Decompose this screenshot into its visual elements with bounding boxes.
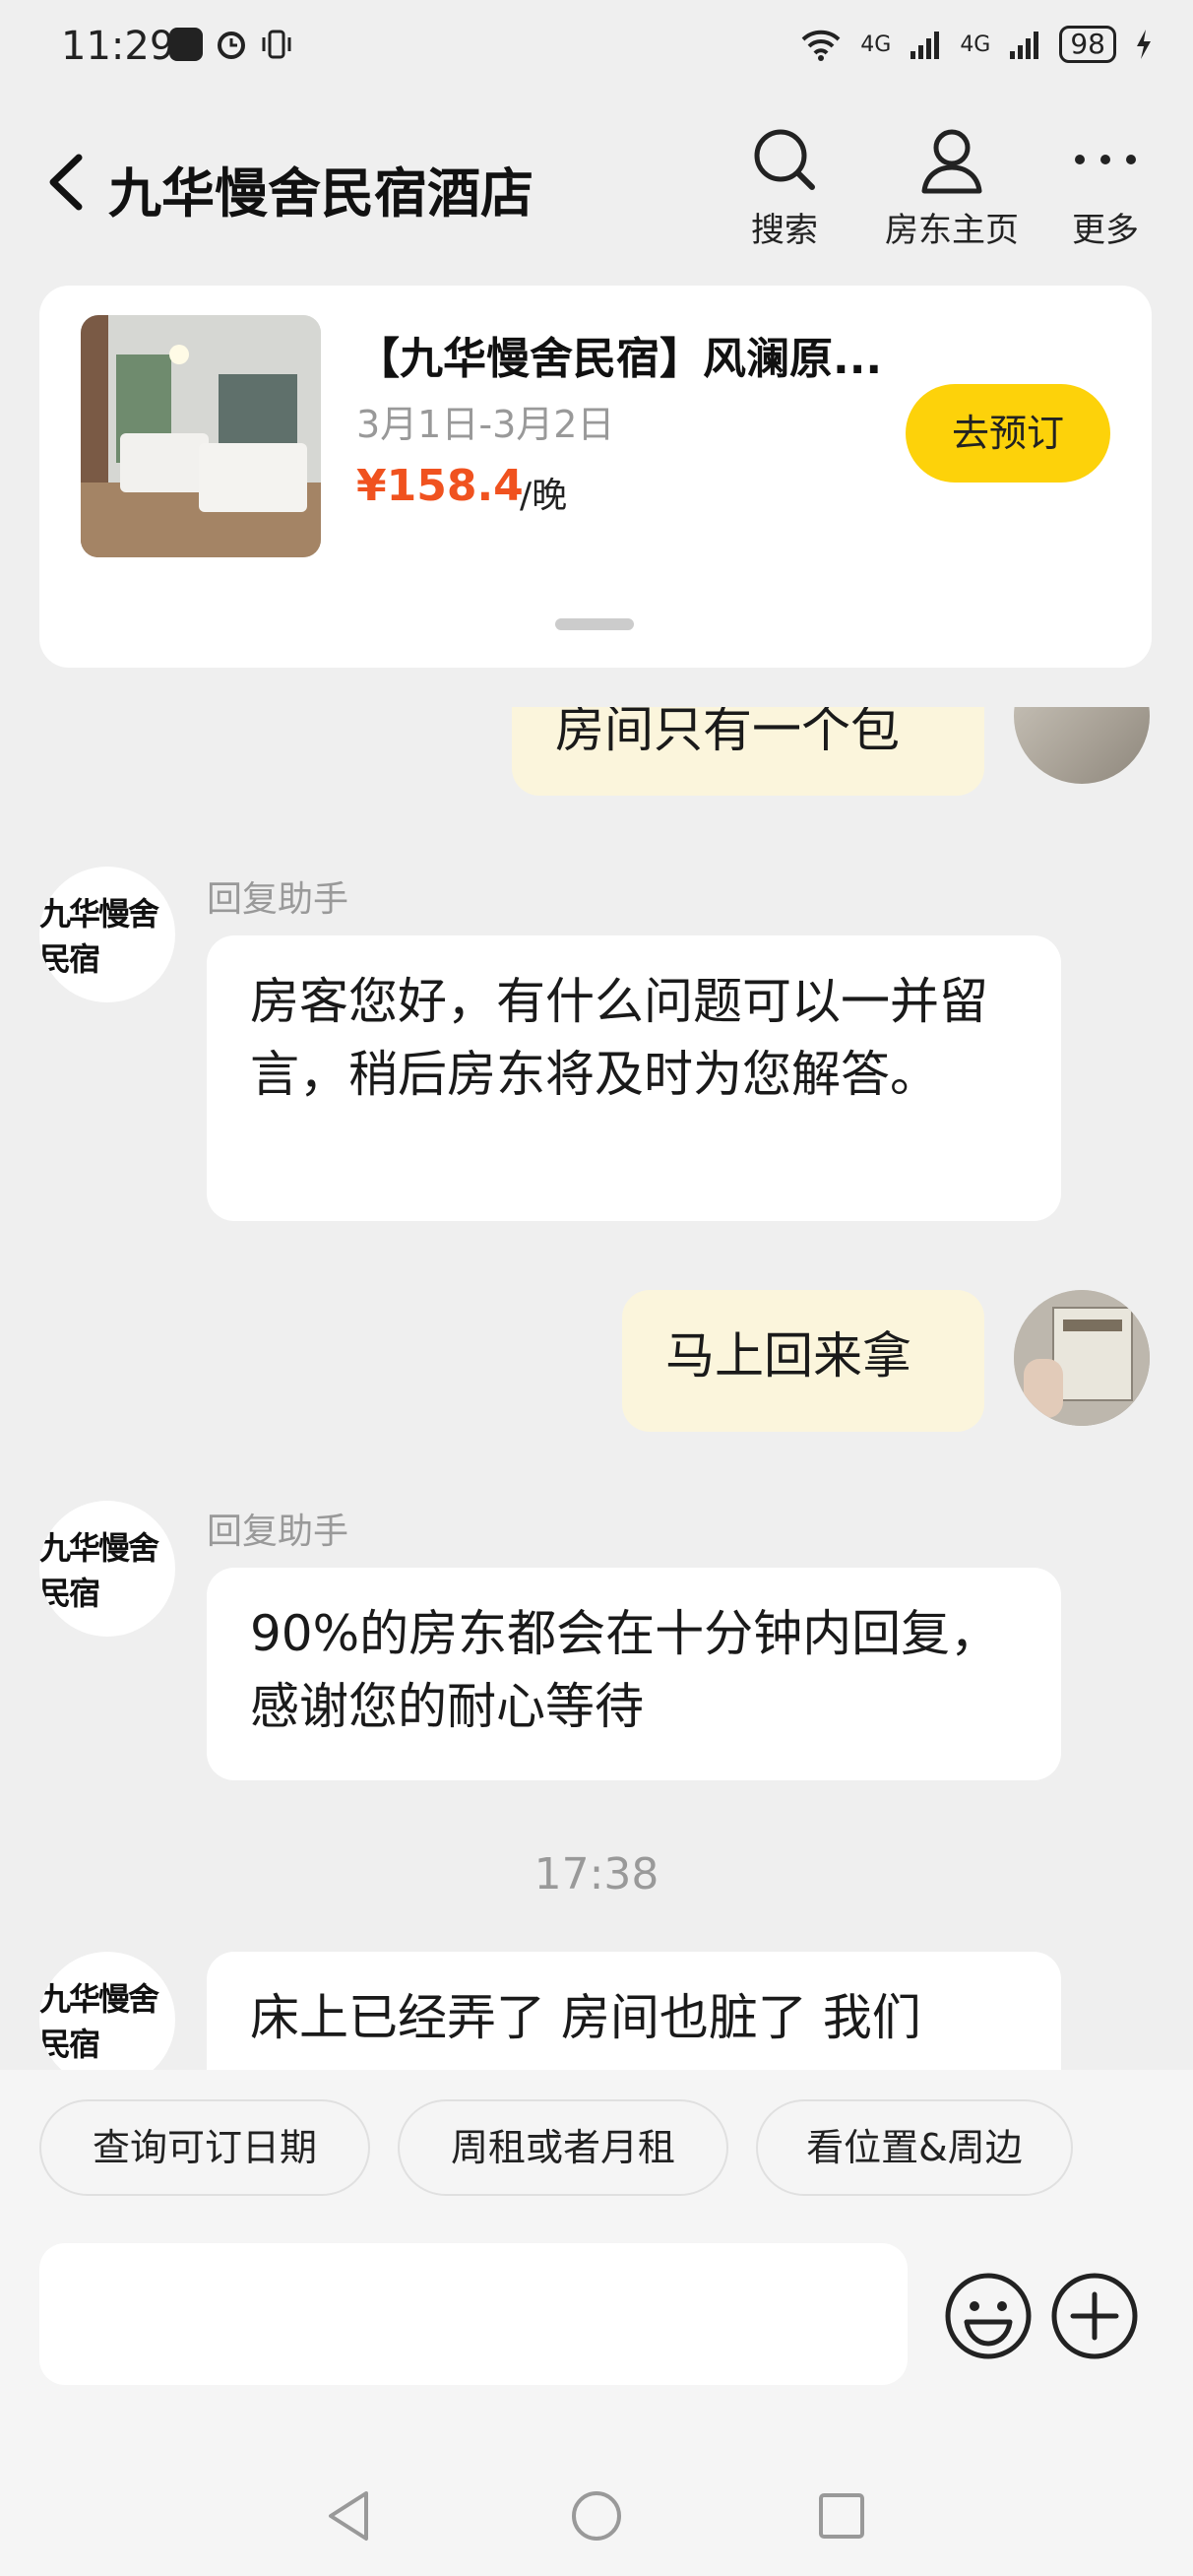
nav-back-icon[interactable]	[315, 2481, 384, 2550]
chat-message-list[interactable]: 房间只有一个包 九华慢舍民宿 回复助手 房客您好，有什么问题可以一并留言，稍后房…	[0, 707, 1193, 2070]
signal-1-label: 4G	[860, 32, 892, 57]
signal-2-label: 4G	[960, 32, 991, 57]
status-bar: 11:29 4G 4G 98	[0, 0, 1193, 98]
quick-reply-chip[interactable]: 查询可订日期	[39, 2099, 370, 2196]
stay-dates: 3月1日-3月2日	[356, 403, 615, 446]
user-avatar[interactable]	[1014, 707, 1150, 784]
more-icon	[1075, 155, 1136, 164]
alarm-icon	[218, 32, 245, 59]
quick-reply-chip[interactable]: 看位置&周边	[756, 2099, 1073, 2196]
signal-1-icon	[910, 32, 940, 59]
app-notification-icon	[169, 28, 203, 61]
charging-icon	[1137, 30, 1151, 59]
search-button[interactable]: 搜索	[711, 124, 858, 251]
host-avatar[interactable]: 九华慢舍民宿	[39, 1952, 175, 2070]
price: ¥158.4	[356, 461, 524, 511]
system-nav-bar	[0, 2452, 1193, 2576]
quick-reply-chip[interactable]: 周租或者月租	[398, 2099, 728, 2196]
emoji-icon[interactable]	[943, 2271, 1034, 2361]
host-avatar[interactable]: 九华慢舍民宿	[39, 1501, 175, 1637]
message-bubble-outgoing[interactable]: 房间只有一个包	[512, 707, 984, 796]
host-logo: 九华慢舍民宿	[39, 895, 159, 978]
signal-2-icon	[1010, 32, 1039, 59]
message-input[interactable]	[39, 2243, 908, 2385]
host-avatar[interactable]: 九华慢舍民宿	[39, 867, 175, 1002]
message-bubble-incoming[interactable]: 床上已经弄了 房间也脏了 我们	[207, 1952, 1061, 2070]
wifi-icon	[801, 30, 841, 61]
host-logo: 九华慢舍民宿	[39, 1529, 159, 1612]
chat-header: 九华慢舍民宿酒店 搜索 房东主页 更多	[0, 98, 1193, 286]
page-title: 九华慢舍民宿酒店	[108, 162, 534, 225]
quick-reply-bar: 查询可订日期 周租或者月租 看位置&周边	[0, 2070, 1193, 2212]
status-time: 11:29	[61, 24, 175, 69]
status-indicators: 4G 4G 98	[799, 26, 1154, 63]
plus-icon[interactable]	[1049, 2271, 1140, 2361]
battery-level: 98	[1059, 26, 1116, 63]
nav-home-icon[interactable]	[562, 2481, 631, 2550]
message-bubble-incoming[interactable]: 房客您好，有什么问题可以一并留言，稍后房东将及时为您解答。	[207, 935, 1061, 1221]
listing-card[interactable]: 【九华慢舍民宿】风澜原... 3月1日-3月2日 ¥158.4 /晚 去预订	[39, 286, 1152, 668]
vibrate-icon	[262, 30, 291, 59]
host-logo: 九华慢舍民宿	[39, 1980, 159, 2063]
search-label: 搜索	[751, 211, 818, 250]
search-icon	[754, 129, 815, 190]
back-icon[interactable]	[39, 148, 98, 217]
more-button[interactable]: 更多	[1032, 124, 1179, 251]
message-bubble-incoming[interactable]: 90%的房东都会在十分钟内回复， 感谢您的耐心等待	[207, 1568, 1061, 1780]
sender-name: 回复助手	[207, 1512, 349, 1552]
host-profile-label: 房东主页	[885, 211, 1019, 250]
room-photo-art	[81, 315, 321, 557]
sender-name: 回复助手	[207, 879, 349, 920]
more-label: 更多	[1072, 211, 1139, 250]
message-bubble-outgoing[interactable]: 马上回来拿	[622, 1290, 984, 1432]
message-input-bar	[0, 2212, 1193, 2452]
status-notification-icons	[169, 28, 293, 61]
drag-handle[interactable]	[555, 618, 634, 630]
user-avatar-art	[1014, 1290, 1150, 1426]
person-icon	[921, 129, 982, 194]
host-profile-button[interactable]: 房东主页	[878, 124, 1026, 251]
room-photo	[81, 315, 321, 557]
book-button[interactable]: 去预订	[906, 384, 1110, 483]
nav-recents-icon[interactable]	[807, 2481, 876, 2550]
listing-title: 【九华慢舍民宿】风澜原...	[356, 334, 883, 384]
user-avatar[interactable]	[1014, 1290, 1150, 1426]
time-separator: 17:38	[534, 1849, 659, 1900]
price-unit: /晚	[520, 476, 568, 516]
